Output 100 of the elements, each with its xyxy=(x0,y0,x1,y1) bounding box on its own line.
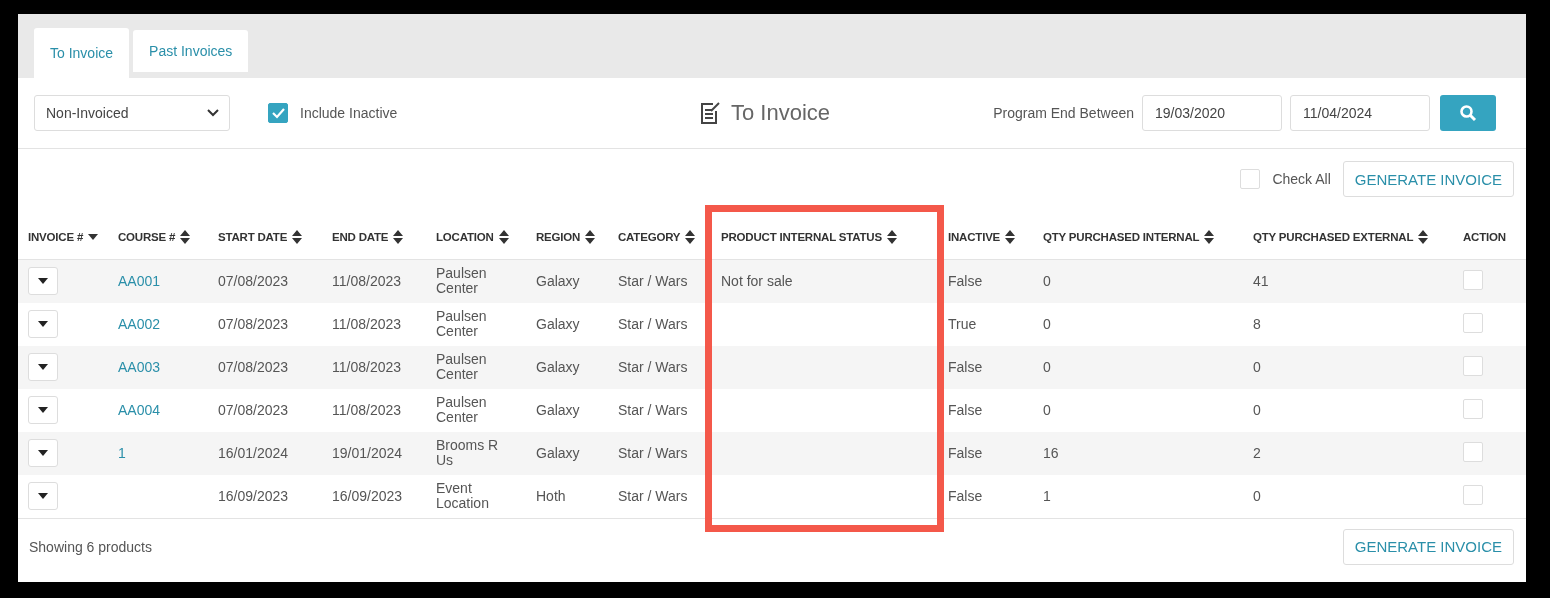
course-link[interactable]: AA002 xyxy=(118,316,161,332)
table-cell: False xyxy=(948,359,983,375)
table-cell: 0 xyxy=(1253,359,1261,375)
table-cell: Not for sale xyxy=(721,273,793,290)
table-cell: Star / Wars xyxy=(618,316,688,332)
row-dropdown-button[interactable] xyxy=(28,267,58,296)
table-cell: True xyxy=(948,316,977,332)
date-field[interactable]: 11/04/2024 xyxy=(1290,95,1430,131)
table-cell: 07/08/2023 xyxy=(218,316,289,332)
document-edit-icon xyxy=(699,101,721,125)
date-range-label: Program End Between xyxy=(993,105,1134,121)
row-dropdown-button[interactable] xyxy=(28,396,58,424)
table-cell: 1 xyxy=(1043,488,1051,504)
table-cell: Star / Wars xyxy=(618,488,688,504)
table-cell-text: Paulsen Center xyxy=(436,266,488,297)
table-cell: 0 xyxy=(1043,359,1051,375)
table-cell: False xyxy=(948,273,983,290)
sort-icon xyxy=(685,229,696,244)
page-title: To Invoice xyxy=(731,100,831,126)
column-header[interactable]: INACTIVE xyxy=(948,231,1001,243)
caret-icon xyxy=(38,450,48,456)
sort-down-icon xyxy=(88,233,99,240)
column-header[interactable]: END DATE xyxy=(332,231,389,243)
table-cell: Star / Wars xyxy=(618,273,688,290)
table-cell: 07/08/2023 xyxy=(218,273,289,290)
table-cell: 11/08/2023 xyxy=(332,402,402,418)
caret-icon xyxy=(38,407,48,413)
table-cell: Galaxy xyxy=(536,273,580,290)
sort-icon xyxy=(292,229,303,244)
column-header[interactable]: LOCATION xyxy=(436,231,494,243)
table-cell: 41 xyxy=(1253,273,1269,290)
caret-icon xyxy=(38,493,48,499)
filter-dropdown[interactable]: Non-Invoiced xyxy=(34,95,230,131)
table-cell: Star / Wars xyxy=(618,445,688,461)
table-cell: 16 xyxy=(1043,445,1059,461)
table-cell-text: Brooms R Us xyxy=(436,438,500,468)
search-button[interactable] xyxy=(1440,95,1496,131)
table-cell: 2 xyxy=(1253,445,1261,461)
table-cell: False xyxy=(948,402,983,418)
table-cell: 07/08/2023 xyxy=(218,402,289,418)
table-cell: False xyxy=(948,488,983,504)
course-link[interactable]: AA001 xyxy=(118,273,161,290)
table-cell: 07/08/2023 xyxy=(218,359,289,375)
sort-icon xyxy=(585,229,596,244)
column-header[interactable]: QTY PURCHASED INTERNAL xyxy=(1043,231,1200,243)
table-cell: 0 xyxy=(1043,402,1051,418)
column-header[interactable]: PRODUCT INTERNAL STATUS xyxy=(721,231,882,243)
column-header[interactable]: QTY PURCHASED EXTERNAL xyxy=(1253,231,1414,243)
column-header[interactable]: START DATE xyxy=(218,231,288,243)
column-header[interactable]: COURSE # xyxy=(118,231,176,243)
date-field[interactable]: 19/03/2020 xyxy=(1142,95,1282,131)
table-cell: 16/09/2023 xyxy=(332,488,403,504)
table-cell: 19/01/2024 xyxy=(332,445,403,461)
table-cell-text: Paulsen Center xyxy=(436,395,488,425)
row-dropdown-button[interactable] xyxy=(28,310,58,338)
column-header[interactable]: REGION xyxy=(536,231,581,243)
sort-icon xyxy=(886,229,897,244)
table-cell: Galaxy xyxy=(536,359,580,375)
sort-icon xyxy=(498,229,509,244)
row-dropdown-button[interactable] xyxy=(28,482,58,510)
table-cell: 16/09/2023 xyxy=(218,488,289,504)
column-header[interactable]: ACTION xyxy=(1463,231,1506,243)
table-cell: 0 xyxy=(1043,273,1051,290)
table-cell: 0 xyxy=(1253,402,1261,418)
table-cell: 11/08/2023 xyxy=(332,273,402,290)
table-cell: 0 xyxy=(1043,316,1051,332)
table-cell: Galaxy xyxy=(536,445,580,461)
table-cell: 16/01/2024 xyxy=(218,445,289,461)
table-cell: False xyxy=(948,445,983,461)
checkbox[interactable] xyxy=(268,103,288,123)
table-cell: Hoth xyxy=(536,488,566,504)
row-dropdown-button[interactable] xyxy=(28,353,58,381)
chevron-icon xyxy=(207,109,219,117)
column-header[interactable]: INVOICE # xyxy=(28,231,84,243)
course-link[interactable]: AA004 xyxy=(118,402,161,418)
table-cell-text: Paulsen Center xyxy=(436,309,488,339)
table-cell: Galaxy xyxy=(536,402,580,418)
generate-invoice-button[interactable]: GENERATE INVOICE xyxy=(1342,161,1514,197)
checkbox-label: Include Inactive xyxy=(300,105,398,121)
table-cell: Galaxy xyxy=(536,316,580,332)
table-cell: 11/08/2023 xyxy=(332,316,402,332)
generate-invoice-button[interactable]: GENERATE INVOICE xyxy=(1342,528,1514,565)
checkbox-label: Check All xyxy=(1272,171,1331,187)
tab[interactable]: Past Invoices xyxy=(133,30,249,72)
table-cell: Star / Wars xyxy=(618,359,688,375)
course-link[interactable]: AA003 xyxy=(118,359,161,375)
caret-icon xyxy=(38,364,48,370)
column-header[interactable]: CATEGORY xyxy=(618,231,681,243)
table-cell-text: Event Location xyxy=(436,481,490,511)
sort-icon xyxy=(393,229,404,244)
row-dropdown-button[interactable] xyxy=(28,439,58,467)
table-cell-text: Paulsen Center xyxy=(436,352,488,382)
tab[interactable]: To Invoice xyxy=(34,28,130,78)
sort-icon xyxy=(1204,229,1215,244)
caret-icon xyxy=(38,321,48,327)
caret-icon xyxy=(38,278,48,285)
table-cell: 11/08/2023 xyxy=(332,359,402,375)
search-icon xyxy=(1459,104,1477,122)
table-cell: 8 xyxy=(1253,316,1261,332)
sort-icon xyxy=(180,229,191,244)
